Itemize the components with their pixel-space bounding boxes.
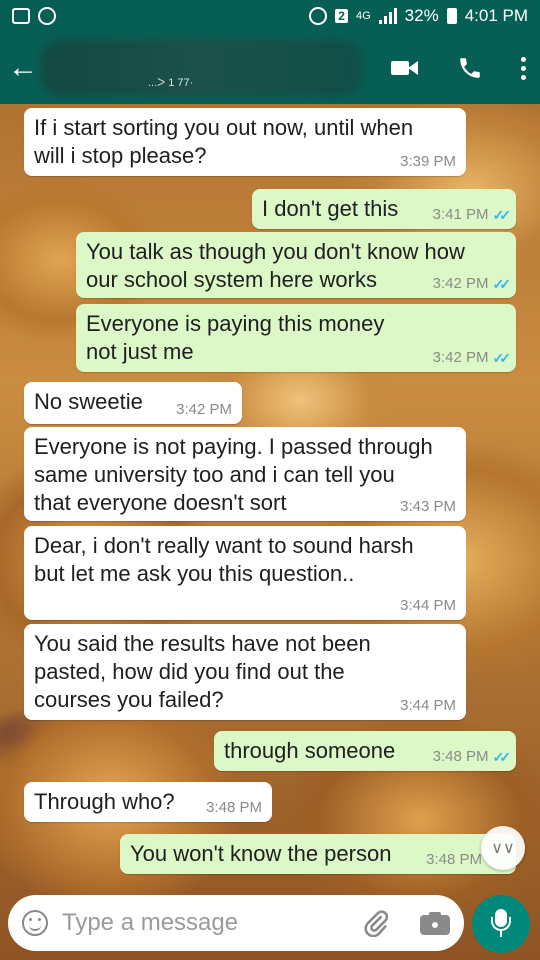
message-time: 3:44 PM xyxy=(400,697,456,714)
gallery-notification-icon xyxy=(12,8,30,24)
message-bubble[interactable]: Dear, i don't really want to sound harsh… xyxy=(24,526,466,620)
message-time: 3:42 PM xyxy=(432,349,489,366)
paperclip-icon[interactable] xyxy=(362,909,390,937)
message-time: 3:48 PM xyxy=(206,799,262,816)
message-bubble[interactable]: Through who? 3:48 PM xyxy=(24,782,272,822)
message-time: 3:39 PM xyxy=(400,153,456,170)
message-time: 3:42 PM xyxy=(432,275,489,292)
scroll-to-bottom-button[interactable]: ∨∨ xyxy=(481,826,525,870)
message-text: pasted, how did you find out the xyxy=(34,659,345,684)
message-bubble[interactable]: If i start sorting you out now, until wh… xyxy=(24,108,466,176)
message-bubble[interactable]: Everyone is not paying. I passed through… xyxy=(24,427,466,521)
back-arrow-icon[interactable]: ← xyxy=(8,53,44,83)
message-bubble[interactable]: through someone 3:48 PM ✓✓ xyxy=(214,731,516,771)
message-text: If i start sorting you out now, until wh… xyxy=(34,115,414,140)
alarm-icon xyxy=(309,7,328,25)
sim-badge: 2 xyxy=(335,9,348,23)
message-time: 3:42 PM xyxy=(176,401,232,418)
voice-call-icon[interactable] xyxy=(457,55,483,81)
message-input[interactable]: Type a message xyxy=(62,909,362,937)
message-bubble[interactable]: I don't get this 3:41 PM ✓✓ xyxy=(252,189,516,229)
chat-header: ← ...ᐳ 1 77· xyxy=(0,32,540,104)
clock: 4:01 PM xyxy=(464,6,528,25)
battery-percent: 32% xyxy=(404,6,439,25)
voice-message-button[interactable] xyxy=(472,895,530,953)
message-time: 3:48 PM xyxy=(426,851,482,868)
whatsapp-notification-icon xyxy=(38,7,56,25)
message-text: Dear, i don't really want to sound harsh xyxy=(34,533,414,558)
message-time: 3:48 PM xyxy=(432,748,489,765)
message-time: 3:44 PM xyxy=(400,597,456,614)
message-bubble[interactable]: You talk as though you don't know how ou… xyxy=(76,232,516,298)
signal-icon xyxy=(378,8,397,24)
message-text: Everyone is paying this money xyxy=(86,311,385,336)
read-receipt-icon: ✓✓ xyxy=(492,749,512,765)
message-bubble[interactable]: You won't know the person 3:48 PM xyxy=(120,834,516,874)
message-time: 3:41 PM xyxy=(432,206,489,223)
chevron-double-down-icon: ∨∨ xyxy=(491,840,515,857)
read-receipt-icon: ✓✓ xyxy=(492,350,512,366)
message-text: courses you failed? xyxy=(34,687,224,712)
message-text: same university too and i can tell you xyxy=(34,462,395,487)
message-text: Everyone is not paying. I passed through xyxy=(34,434,433,459)
battery-icon xyxy=(446,8,457,24)
message-time: 3:43 PM xyxy=(400,498,456,515)
message-text: You talk as though you don't know how xyxy=(86,239,465,264)
emoji-icon[interactable] xyxy=(22,910,48,936)
read-receipt-icon: ✓✓ xyxy=(492,276,512,292)
message-text: but let me ask you this question.. xyxy=(34,561,355,586)
message-text: will i stop please? xyxy=(34,143,207,168)
message-text: that everyone doesn't sort xyxy=(34,490,287,515)
network-type: 4G xyxy=(355,10,371,22)
read-receipt-icon: ✓✓ xyxy=(492,207,512,223)
camera-icon[interactable] xyxy=(420,911,450,935)
more-options-icon[interactable] xyxy=(521,56,526,80)
message-input-bar[interactable]: Type a message xyxy=(8,895,464,951)
message-bubble[interactable]: You said the results have not been paste… xyxy=(24,624,466,720)
video-call-icon[interactable] xyxy=(391,59,419,77)
message-text: You said the results have not been xyxy=(34,631,371,656)
message-bubble[interactable]: Everyone is paying this money not just m… xyxy=(76,304,516,372)
contact-avatar-and-name[interactable] xyxy=(42,40,362,96)
message-bubble[interactable]: No sweetie 3:42 PM xyxy=(24,382,242,424)
status-bar: 2 4G 32% 4:01 PM xyxy=(0,0,540,32)
microphone-icon xyxy=(491,909,511,939)
contact-name[interactable]: ...ᐳ 1 77· xyxy=(148,76,193,89)
